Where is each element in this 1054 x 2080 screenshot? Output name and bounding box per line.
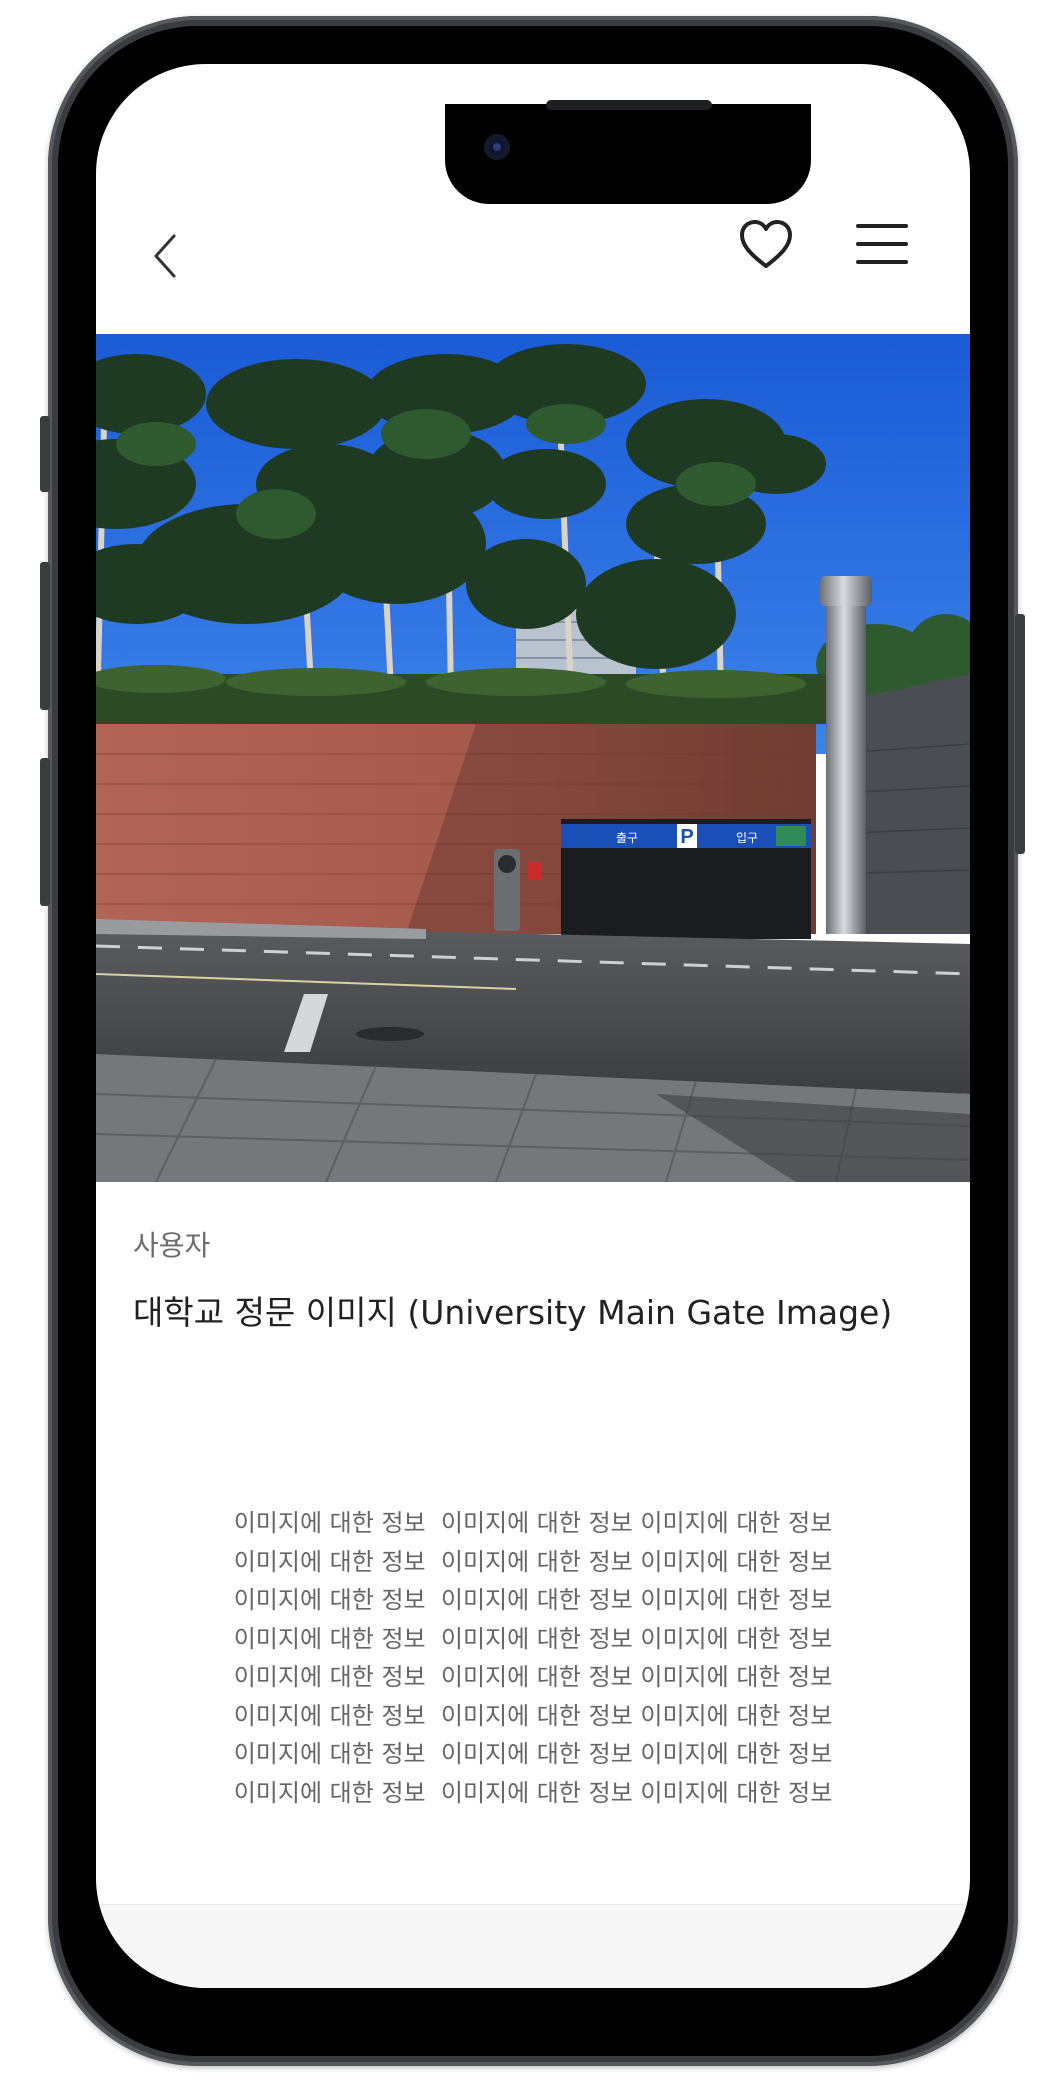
university-gate-photo: P 출구 입구 <box>96 334 970 1182</box>
description-line: 이미지에 대한 정보 이미지에 대한 정보 이미지에 대한 정보 <box>233 1586 833 1614</box>
description-line: 이미지에 대한 정보 이미지에 대한 정보 이미지에 대한 정보 <box>233 1509 833 1537</box>
hamburger-menu-icon <box>856 224 908 264</box>
power-button <box>1015 614 1025 854</box>
volume-down-button <box>40 758 50 906</box>
front-camera <box>484 134 510 160</box>
description-line: 이미지에 대한 정보 이미지에 대한 정보 이미지에 대한 정보 <box>233 1778 833 1807</box>
menu-button[interactable] <box>852 214 912 274</box>
earpiece-speaker <box>546 100 712 110</box>
parking-sign-p: P <box>680 826 693 848</box>
image-description: 이미지에 대한 정보 이미지에 대한 정보 이미지에 대한 정보 이미지에 대한… <box>96 1504 970 1812</box>
back-button[interactable] <box>136 224 196 284</box>
description-line: 이미지에 대한 정보 이미지에 대한 정보 이미지에 대한 정보 <box>233 1547 833 1576</box>
post-title: 대학교 정문 이미지 (University Main Gate Image) <box>133 1293 893 1332</box>
description-line: 이미지에 대한 정보 이미지에 대한 정보 이미지에 대한 정보 <box>233 1740 833 1768</box>
parking-sign-exit: 출구 <box>616 831 638 845</box>
favorite-button[interactable] <box>736 214 796 274</box>
parking-sign-entrance: 입구 <box>736 831 758 845</box>
chevron-left-icon <box>154 234 176 278</box>
uploader-name: 사용자 <box>133 1229 211 1262</box>
description-line: 이미지에 대한 정보 이미지에 대한 정보 이미지에 대한 정보 <box>233 1624 833 1653</box>
description-line: 이미지에 대한 정보 이미지에 대한 정보 이미지에 대한 정보 <box>233 1701 833 1730</box>
description-line: 이미지에 대한 정보 이미지에 대한 정보 이미지에 대한 정보 <box>233 1663 833 1691</box>
heart-icon <box>740 220 792 268</box>
app-screen: P 출구 입구 사용자 대학교 정문 이미지 (University Main … <box>96 64 970 1988</box>
image-carousel[interactable]: P 출구 입구 <box>96 334 970 1182</box>
bottom-bar <box>96 1904 970 1988</box>
mute-switch <box>40 416 50 492</box>
volume-up-button <box>40 562 50 710</box>
